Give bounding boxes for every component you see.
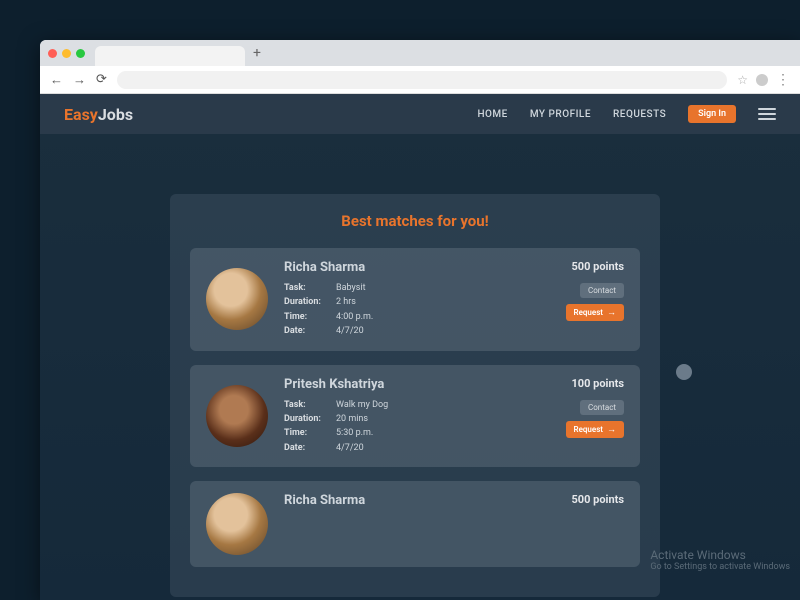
hamburger-icon[interactable]: [758, 108, 776, 120]
person-name: Pritesh Kshatriya: [284, 377, 388, 392]
request-label: Request: [574, 308, 603, 317]
match-card: Richa Sharma Task: Babysit Duration: 2 hrs…: [190, 248, 640, 351]
match-card: Pritesh Kshatriya Task: Walk my Dog Durat…: [190, 365, 640, 468]
request-button[interactable]: Request →: [566, 421, 624, 438]
task-label: Task:: [284, 281, 330, 295]
maximize-icon[interactable]: [76, 49, 85, 58]
request-button[interactable]: Request →: [566, 304, 624, 321]
card-actions: 100 points Contact Request →: [534, 377, 624, 456]
duration-label: Duration:: [284, 412, 330, 426]
duration-value: 20 mins: [336, 412, 368, 426]
logo-part-jobs: Jobs: [98, 105, 133, 124]
avatar: [206, 385, 268, 447]
time-value: 5:30 p.m.: [336, 426, 373, 440]
browser-tabbar: +: [40, 40, 800, 66]
browser-toolbar: ← → ⟳ ☆ ⋮: [40, 66, 800, 94]
points-badge: 100 points: [571, 377, 624, 390]
nav-my-profile[interactable]: MY PROFILE: [530, 109, 591, 120]
duration-value: 2 hrs: [336, 295, 356, 309]
close-icon[interactable]: [48, 49, 57, 58]
site-logo[interactable]: EasyJobs: [64, 105, 133, 124]
nav-links: HOME MY PROFILE REQUESTS Sign In: [477, 105, 776, 123]
duration-label: Duration:: [284, 295, 330, 309]
date-value: 4/7/20: [336, 441, 364, 455]
task-value: Walk my Dog: [336, 398, 388, 412]
points-badge: 500 points: [571, 493, 624, 506]
arrow-right-icon: →: [607, 424, 616, 435]
date-value: 4/7/20: [336, 324, 364, 338]
new-tab-button[interactable]: +: [253, 45, 261, 61]
site-navbar: EasyJobs HOME MY PROFILE REQUESTS Sign I…: [40, 94, 800, 134]
watermark-title: Activate Windows: [650, 548, 790, 562]
card-actions: 500 points: [534, 493, 624, 555]
forward-icon[interactable]: →: [73, 72, 86, 88]
task-value: Babysit: [336, 281, 366, 295]
windows-watermark: Activate Windows Go to Settings to activ…: [650, 548, 790, 572]
browser-tab[interactable]: [95, 46, 245, 66]
bookmark-icon[interactable]: ☆: [737, 73, 748, 87]
points-badge: 500 points: [571, 260, 624, 273]
window-controls: [48, 49, 85, 58]
time-label: Time:: [284, 310, 330, 324]
date-label: Date:: [284, 324, 330, 338]
request-label: Request: [574, 425, 603, 434]
person-name: Richa Sharma: [284, 260, 373, 275]
scroll-indicator[interactable]: [676, 364, 692, 380]
card-actions: 500 points Contact Request →: [534, 260, 624, 339]
task-label: Task:: [284, 398, 330, 412]
menu-icon[interactable]: ⋮: [776, 72, 790, 88]
arrow-right-icon: →: [607, 307, 616, 318]
nav-home[interactable]: HOME: [477, 109, 507, 120]
card-info: Richa Sharma Task: Babysit Duration: 2 hrs…: [284, 260, 373, 339]
logo-part-easy: Easy: [64, 105, 98, 124]
panel-headline: Best matches for you!: [190, 212, 640, 230]
reload-icon[interactable]: ⟳: [96, 72, 107, 87]
matches-panel: Best matches for you! Richa Sharma Task:…: [170, 194, 660, 597]
browser-extensions: ☆ ⋮: [737, 72, 790, 88]
match-card: Richa Sharma 500 points: [190, 481, 640, 567]
card-info: Pritesh Kshatriya Task: Walk my Dog Durat…: [284, 377, 388, 456]
minimize-icon[interactable]: [62, 49, 71, 58]
profile-icon[interactable]: [756, 74, 768, 86]
watermark-sub: Go to Settings to activate Windows: [650, 562, 790, 572]
nav-requests[interactable]: REQUESTS: [613, 109, 666, 120]
time-value: 4:00 p.m.: [336, 310, 373, 324]
date-label: Date:: [284, 441, 330, 455]
back-icon[interactable]: ←: [50, 72, 63, 88]
sign-in-button[interactable]: Sign In: [688, 105, 736, 123]
page-content: EasyJobs HOME MY PROFILE REQUESTS Sign I…: [40, 94, 800, 600]
avatar: [206, 268, 268, 330]
browser-window: + ← → ⟳ ☆ ⋮ EasyJobs HOME MY PROFILE REQ…: [40, 40, 800, 600]
person-name: Richa Sharma: [284, 493, 365, 508]
time-label: Time:: [284, 426, 330, 440]
avatar: [206, 493, 268, 555]
address-bar[interactable]: [117, 71, 727, 89]
contact-button[interactable]: Contact: [580, 283, 624, 298]
contact-button[interactable]: Contact: [580, 400, 624, 415]
card-info: Richa Sharma: [284, 493, 365, 555]
